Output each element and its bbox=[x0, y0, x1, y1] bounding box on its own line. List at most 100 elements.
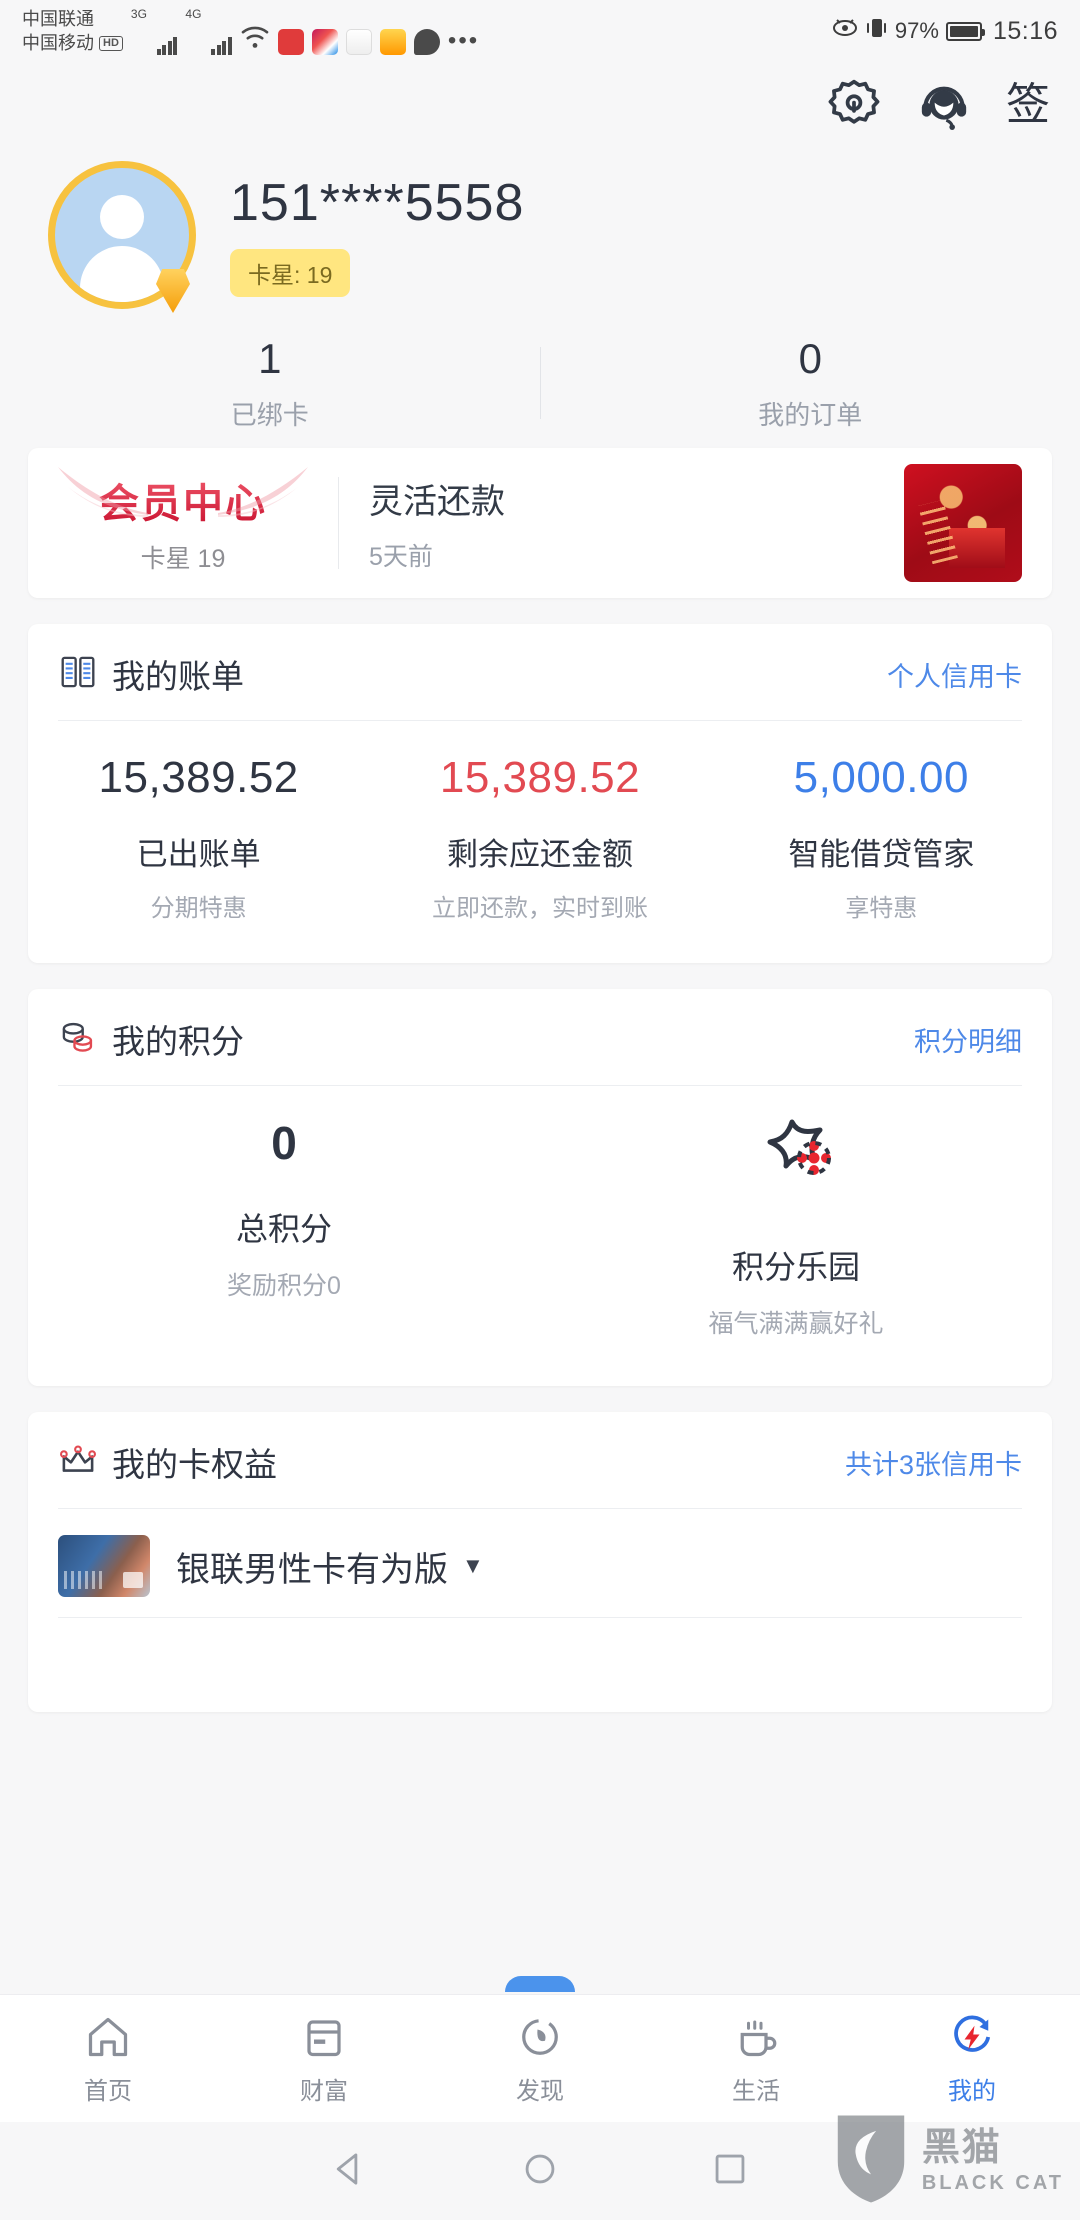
stats-row: 1 已绑卡 0 我的订单 bbox=[0, 318, 1080, 448]
hd-badge: HD bbox=[99, 35, 123, 51]
bill-amount: 15,389.52 bbox=[98, 753, 299, 802]
total-cards-link[interactable]: 共计3张信用卡 bbox=[845, 1443, 1022, 1482]
member-promo-title: 灵活还款 bbox=[369, 482, 505, 521]
status-bar-right: 97% 15:16 bbox=[831, 0, 1058, 62]
signal-bars-1-icon bbox=[156, 33, 178, 56]
recents-square-icon[interactable] bbox=[710, 2149, 750, 2194]
selected-card-name: 银联男性卡有为版 bbox=[176, 1550, 448, 1589]
diamond-badge-icon bbox=[156, 269, 190, 313]
tab-home[interactable]: 首页 bbox=[0, 2011, 216, 2106]
selected-card-row[interactable]: 银联男性卡有为版 ▼ bbox=[28, 1509, 1052, 1617]
bill-amount: 5,000.00 bbox=[793, 753, 969, 802]
bill-column-name: 已出账单 bbox=[136, 837, 261, 872]
bottom-tab-bar: 首页 财富 发现 生活 我的 bbox=[0, 1994, 1080, 2122]
vibrate-icon bbox=[866, 16, 888, 46]
tab-mine[interactable]: 我的 bbox=[864, 2011, 1080, 2106]
stat-value: 1 bbox=[258, 334, 282, 382]
carrier-2-label: 中国移动 bbox=[22, 33, 94, 53]
avatar[interactable] bbox=[48, 161, 196, 313]
carrier-row-2: 中国移动 HD bbox=[22, 31, 123, 55]
battery-icon bbox=[945, 21, 985, 41]
tab-life[interactable]: 生活 bbox=[648, 2011, 864, 2106]
bill-amount: 15,389.52 bbox=[439, 753, 641, 802]
bill-column-loan-manager[interactable]: 5,000.00 智能借贷管家 享特惠 bbox=[711, 753, 1052, 923]
watermark-en: BLACK CAT bbox=[921, 2171, 1064, 2194]
points-content: 0 总积分 奖励积分0 积分乐园 福气满满赢好礼 bbox=[28, 1086, 1052, 1386]
stat-label: 已绑卡 bbox=[230, 399, 309, 430]
points-park-sub: 福气满满赢好礼 bbox=[708, 1310, 884, 1338]
home-icon bbox=[0, 2011, 216, 2063]
status-clock: 15:16 bbox=[992, 16, 1058, 45]
points-park[interactable]: 积分乐园 福气满满赢好礼 bbox=[540, 1116, 1052, 1340]
profile-header[interactable]: 151****5558 卡星: 19 bbox=[0, 148, 1080, 318]
network-type-2: 4G bbox=[185, 6, 202, 21]
scroll-indicator bbox=[505, 1976, 575, 1992]
bill-column-issued[interactable]: 15,389.52 已出账单 分期特惠 bbox=[28, 753, 369, 923]
bill-book-icon bbox=[58, 652, 98, 697]
app-icon-red-mic bbox=[277, 29, 304, 56]
status-bar-left: 中国联通 中国移动 HD 3G 4G ••• bbox=[22, 7, 479, 56]
points-total-name: 总积分 bbox=[235, 1211, 332, 1247]
bill-column-name: 智能借贷管家 bbox=[788, 837, 975, 872]
stat-my-orders[interactable]: 0 我的订单 bbox=[541, 335, 1080, 432]
back-triangle-icon[interactable] bbox=[330, 2149, 370, 2194]
member-promo-time: 5天前 bbox=[369, 542, 433, 571]
top-action-bar: 签 bbox=[0, 62, 1080, 148]
avatar-head-shape bbox=[100, 194, 144, 239]
level-badge[interactable]: 卡星: 19 bbox=[230, 249, 351, 297]
black-cat-logo-icon bbox=[832, 2113, 910, 2210]
coffee-cup-icon bbox=[648, 2011, 864, 2063]
points-total-sub: 奖励积分0 bbox=[227, 1272, 341, 1300]
benefits-card-title: 我的卡权益 bbox=[112, 1446, 277, 1483]
sign-in-button[interactable]: 签 bbox=[1006, 83, 1050, 127]
app-icon-message-bubble bbox=[413, 29, 440, 56]
customer-service-icon[interactable] bbox=[916, 77, 972, 133]
member-banner[interactable]: 会员中心 卡星 19 灵活还款 5天前 bbox=[28, 448, 1052, 598]
profile-bolt-icon bbox=[864, 2011, 1080, 2063]
watermark: 黑猫 BLACK CAT bbox=[832, 2113, 1064, 2210]
member-level-text: 卡星 19 bbox=[140, 545, 226, 573]
tab-label: 发现 bbox=[516, 2078, 564, 2105]
tab-wealth[interactable]: 财富 bbox=[216, 2011, 432, 2106]
home-circle-icon[interactable] bbox=[520, 2149, 560, 2194]
my-bill-card: 我的账单 个人信用卡 15,389.52 已出账单 分期特惠 15,389.52… bbox=[28, 624, 1052, 963]
points-card-title: 我的积分 bbox=[112, 1023, 244, 1060]
discover-icon bbox=[432, 2011, 648, 2063]
crown-icon bbox=[58, 1440, 98, 1485]
benefits-card-header: 我的卡权益 共计3张信用卡 bbox=[28, 1412, 1052, 1508]
member-center-logo: 会员中心 卡星 19 bbox=[58, 467, 308, 575]
profile-info: 151****5558 卡星: 19 bbox=[230, 173, 524, 297]
bill-columns: 15,389.52 已出账单 分期特惠 15,389.52 剩余应还金额 立即还… bbox=[28, 721, 1052, 963]
wallet-card-icon bbox=[216, 2011, 432, 2063]
carrier-labels: 中国联通 中国移动 HD bbox=[22, 7, 123, 56]
bill-column-sub: 立即还款，实时到账 bbox=[431, 895, 648, 922]
star-park-icon bbox=[540, 1116, 1052, 1208]
points-card-header: 我的积分 积分明细 bbox=[28, 989, 1052, 1085]
wifi-icon bbox=[240, 25, 270, 55]
points-total[interactable]: 0 总积分 奖励积分0 bbox=[28, 1116, 540, 1302]
red-gift-promo-image[interactable] bbox=[904, 464, 1022, 582]
stat-bound-cards[interactable]: 1 已绑卡 bbox=[0, 335, 540, 432]
member-divider bbox=[338, 477, 339, 569]
tab-label: 生活 bbox=[732, 2078, 780, 2105]
battery-percent: 97% bbox=[894, 18, 939, 43]
bill-column-name: 剩余应还金额 bbox=[446, 837, 633, 872]
stat-value: 0 bbox=[798, 334, 822, 382]
avatar-body-shape bbox=[80, 245, 164, 302]
app-icon-mail bbox=[379, 29, 406, 56]
member-center-card[interactable]: 会员中心 卡星 19 灵活还款 5天前 bbox=[28, 448, 1052, 598]
app-icon-multicolor bbox=[311, 29, 338, 56]
card-row-divider bbox=[58, 1617, 1022, 1618]
eye-icon bbox=[831, 17, 859, 45]
points-park-name: 积分乐园 bbox=[731, 1249, 860, 1285]
network-type-1: 3G bbox=[130, 6, 147, 21]
chevron-down-icon[interactable]: ▼ bbox=[462, 1553, 484, 1579]
points-detail-link[interactable]: 积分明细 bbox=[914, 1020, 1022, 1059]
status-bar: 中国联通 中国移动 HD 3G 4G ••• 97% 15:16 bbox=[0, 0, 1080, 62]
card-benefits-card: 我的卡权益 共计3张信用卡 银联男性卡有为版 ▼ bbox=[28, 1412, 1052, 1712]
tab-discover[interactable]: 发现 bbox=[432, 2011, 648, 2106]
bill-card-header: 我的账单 个人信用卡 bbox=[28, 624, 1052, 720]
personal-credit-card-link[interactable]: 个人信用卡 bbox=[887, 655, 1022, 694]
bill-column-remaining[interactable]: 15,389.52 剩余应还金额 立即还款，实时到账 bbox=[369, 753, 710, 923]
gear-icon[interactable] bbox=[826, 77, 882, 133]
